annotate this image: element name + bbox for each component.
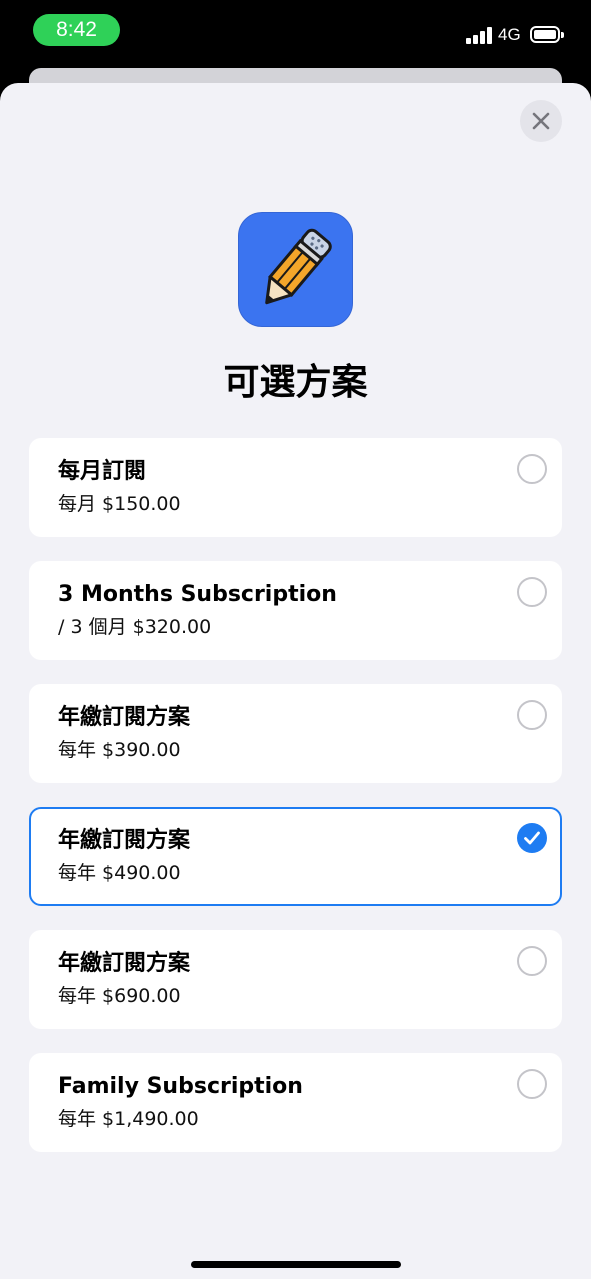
- screen: 8:42 4G 可選方案 每月訂閱 每月 $150.00 3 Months Su…: [0, 0, 591, 1279]
- plan-name: 每月訂閱: [58, 459, 147, 484]
- plan-option-annual-390[interactable]: 年繳訂閱方案 每年 $390.00: [29, 684, 562, 783]
- plan-option-family[interactable]: Family Subscription 每年 $1,490.00: [29, 1053, 562, 1152]
- plan-name: 年繳訂閱方案: [58, 951, 191, 976]
- battery-icon: [530, 26, 564, 43]
- plan-option-monthly[interactable]: 每月訂閱 每月 $150.00: [29, 438, 562, 537]
- plan-price: 每年 $1,490.00: [58, 1108, 199, 1130]
- close-button[interactable]: [520, 100, 562, 142]
- plan-price: 每年 $690.00: [58, 985, 181, 1007]
- radio-unchecked-icon[interactable]: [517, 577, 547, 607]
- close-icon: [532, 112, 550, 130]
- home-indicator[interactable]: [191, 1261, 401, 1268]
- status-bar: 8:42 4G: [0, 0, 591, 60]
- plan-price: 每年 $390.00: [58, 739, 181, 761]
- cellular-signal-icon: [466, 26, 494, 44]
- plan-name: 年繳訂閱方案: [58, 705, 191, 730]
- pencil-app-icon: [238, 212, 353, 327]
- radio-unchecked-icon[interactable]: [517, 946, 547, 976]
- plan-option-3-months[interactable]: 3 Months Subscription / 3 個月 $320.00: [29, 561, 562, 660]
- plan-price: / 3 個月 $320.00: [58, 616, 212, 638]
- checkmark-icon[interactable]: [517, 823, 547, 853]
- status-time[interactable]: 8:42: [33, 14, 120, 46]
- radio-unchecked-icon[interactable]: [517, 700, 547, 730]
- plan-price: 每年 $490.00: [58, 862, 181, 884]
- plan-option-annual-490[interactable]: 年繳訂閱方案 每年 $490.00: [29, 807, 562, 906]
- plan-name: 年繳訂閱方案: [58, 828, 191, 853]
- plan-option-annual-690[interactable]: 年繳訂閱方案 每年 $690.00: [29, 930, 562, 1029]
- plan-name: Family Subscription: [58, 1074, 303, 1099]
- network-type-label: 4G: [498, 25, 521, 44]
- page-title: 可選方案: [223, 362, 368, 403]
- radio-unchecked-icon[interactable]: [517, 1069, 547, 1099]
- radio-unchecked-icon[interactable]: [517, 454, 547, 484]
- plan-price: 每月 $150.00: [58, 493, 181, 515]
- plan-name: 3 Months Subscription: [58, 582, 337, 607]
